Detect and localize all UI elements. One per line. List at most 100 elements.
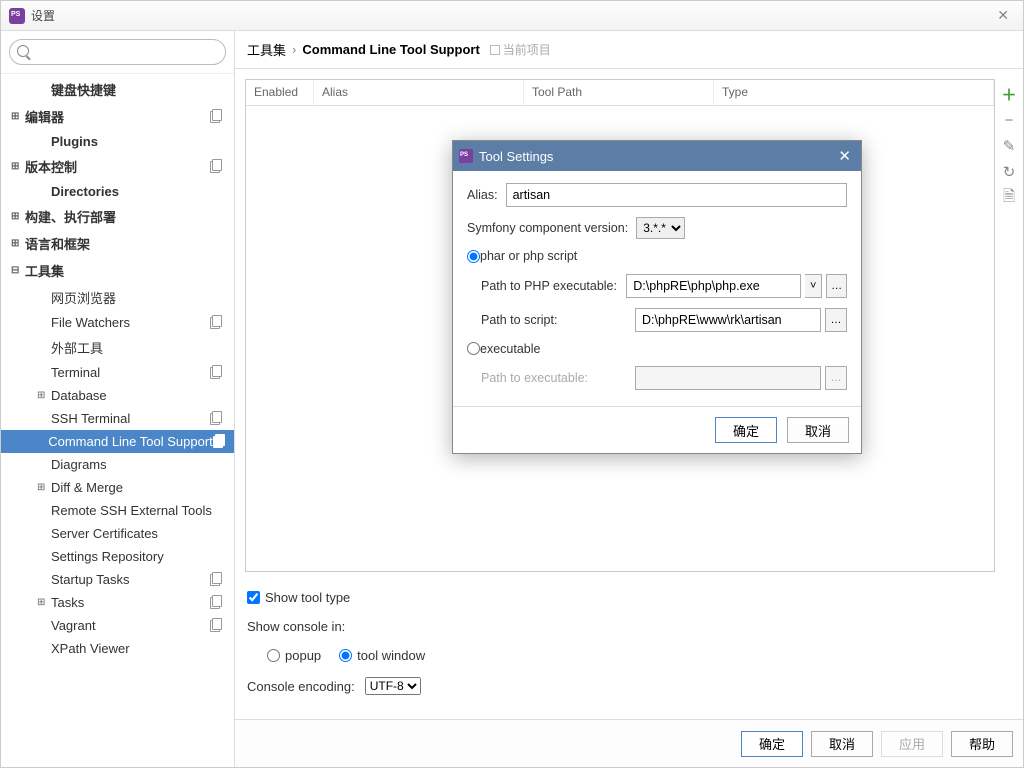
console-encoding-label: Console encoding: bbox=[247, 679, 355, 694]
col-alias[interactable]: Alias bbox=[314, 80, 524, 105]
dialog-app-icon bbox=[459, 149, 473, 163]
tree-item[interactable]: SSH Terminal bbox=[1, 407, 234, 430]
php-exec-dropdown-icon[interactable]: ˅ bbox=[805, 274, 822, 298]
phar-script-radio[interactable]: phar or php script bbox=[467, 249, 577, 263]
open-tool-button[interactable]: 🗎 bbox=[999, 187, 1019, 209]
search-icon bbox=[17, 45, 29, 57]
dialog-close-icon[interactable]: ✕ bbox=[834, 147, 855, 165]
tree-item-label: File Watchers bbox=[51, 315, 130, 330]
ok-button[interactable]: 确定 bbox=[741, 731, 803, 757]
add-tool-button[interactable]: ＋ bbox=[999, 83, 1019, 105]
window-title: 设置 bbox=[31, 7, 55, 24]
tree-item[interactable]: ⊞Tasks bbox=[1, 591, 234, 614]
tree-item-label: Diagrams bbox=[51, 457, 107, 472]
remove-tool-button[interactable]: − bbox=[999, 109, 1019, 131]
tree-item[interactable]: ⊞Diff & Merge bbox=[1, 476, 234, 499]
breadcrumb: 工具集 › Command Line Tool Support 当前项目 bbox=[235, 31, 1023, 69]
tree-item[interactable]: ⊞编辑器 bbox=[1, 103, 234, 130]
tree-item[interactable]: Terminal bbox=[1, 361, 234, 384]
expander-icon[interactable]: ⊞ bbox=[11, 238, 23, 249]
tree-item-label: Command Line Tool Support bbox=[48, 434, 213, 449]
tree-item[interactable]: Command Line Tool Support bbox=[1, 430, 234, 453]
tree-item[interactable]: Startup Tasks bbox=[1, 568, 234, 591]
tree-item-label: Startup Tasks bbox=[51, 572, 130, 587]
tree-item-label: 语言和框架 bbox=[25, 234, 90, 253]
script-browse-button[interactable]: … bbox=[825, 308, 847, 332]
window-close-icon[interactable]: ✕ bbox=[991, 7, 1015, 24]
show-console-label: Show console in: bbox=[247, 619, 1011, 634]
show-tool-type-checkbox[interactable]: Show tool type bbox=[247, 590, 350, 605]
expander-icon[interactable]: ⊞ bbox=[11, 161, 23, 172]
alias-label: Alias: bbox=[467, 188, 498, 202]
tree-item-label: Tasks bbox=[51, 595, 84, 610]
tree-item[interactable]: ⊟工具集 bbox=[1, 257, 234, 284]
tree-item[interactable]: ⊞构建、执行部署 bbox=[1, 203, 234, 230]
project-tag: 当前项目 bbox=[490, 41, 551, 58]
tree-item-label: 版本控制 bbox=[25, 157, 77, 176]
php-executable-input[interactable] bbox=[626, 274, 801, 298]
tree-item[interactable]: File Watchers bbox=[1, 311, 234, 334]
reload-tool-button[interactable]: ↻ bbox=[999, 161, 1019, 183]
project-scope-icon bbox=[210, 367, 222, 379]
tree-item[interactable]: ⊞Database bbox=[1, 384, 234, 407]
executable-path-label: Path to executable: bbox=[481, 371, 627, 385]
tree-item-label: 工具集 bbox=[25, 261, 64, 280]
apply-button[interactable]: 应用 bbox=[881, 731, 943, 757]
project-scope-icon bbox=[210, 597, 222, 609]
app-icon bbox=[9, 8, 25, 24]
col-toolpath[interactable]: Tool Path bbox=[524, 80, 714, 105]
expander-icon[interactable]: ⊞ bbox=[11, 211, 23, 222]
tree-item[interactable]: ⊞语言和框架 bbox=[1, 230, 234, 257]
dialog-title: Tool Settings bbox=[479, 149, 553, 164]
tree-item-label: Database bbox=[51, 388, 107, 403]
expander-icon[interactable]: ⊟ bbox=[11, 265, 23, 276]
tree-item-label: 键盘快捷键 bbox=[51, 80, 116, 99]
project-scope-icon bbox=[210, 620, 222, 632]
tree-item[interactable]: 网页浏览器 bbox=[1, 284, 234, 311]
dialog-cancel-button[interactable]: 取消 bbox=[787, 417, 849, 443]
tree-item[interactable]: 键盘快捷键 bbox=[1, 76, 234, 103]
symfony-version-label: Symfony component version: bbox=[467, 221, 628, 235]
expander-icon[interactable]: ⊞ bbox=[37, 482, 49, 493]
console-encoding-select[interactable]: UTF-8 bbox=[365, 677, 421, 695]
tree-item[interactable]: Plugins bbox=[1, 130, 234, 153]
cancel-button[interactable]: 取消 bbox=[811, 731, 873, 757]
tree-item-label: 编辑器 bbox=[25, 107, 64, 126]
settings-tree[interactable]: 键盘快捷键⊞编辑器Plugins⊞版本控制Directories⊞构建、执行部署… bbox=[1, 74, 234, 767]
console-tool-window-radio[interactable]: tool window bbox=[339, 648, 425, 663]
alias-input[interactable] bbox=[506, 183, 847, 207]
expander-icon[interactable]: ⊞ bbox=[37, 390, 49, 401]
tree-item[interactable]: Settings Repository bbox=[1, 545, 234, 568]
col-enabled[interactable]: Enabled bbox=[246, 80, 314, 105]
expander-icon[interactable]: ⊞ bbox=[11, 111, 23, 122]
tree-item-label: 网页浏览器 bbox=[51, 288, 116, 307]
tree-item[interactable]: 外部工具 bbox=[1, 334, 234, 361]
breadcrumb-root[interactable]: 工具集 bbox=[247, 40, 286, 59]
help-button[interactable]: 帮助 bbox=[951, 731, 1013, 757]
expander-icon[interactable]: ⊞ bbox=[37, 597, 49, 608]
project-scope-icon bbox=[210, 111, 222, 123]
script-path-input[interactable] bbox=[635, 308, 821, 332]
project-scope-icon bbox=[210, 413, 222, 425]
console-popup-radio[interactable]: popup bbox=[267, 648, 321, 663]
tree-item-label: Remote SSH External Tools bbox=[51, 503, 212, 518]
tree-item[interactable]: Server Certificates bbox=[1, 522, 234, 545]
tree-item[interactable]: XPath Viewer bbox=[1, 637, 234, 660]
tree-item[interactable]: Vagrant bbox=[1, 614, 234, 637]
symfony-version-select[interactable]: 3.*.* bbox=[636, 217, 685, 239]
tree-item[interactable]: Remote SSH External Tools bbox=[1, 499, 234, 522]
tree-item-label: Settings Repository bbox=[51, 549, 164, 564]
project-scope-icon bbox=[210, 574, 222, 586]
php-executable-label: Path to PHP executable: bbox=[481, 279, 618, 293]
php-exec-browse-button[interactable]: … bbox=[826, 274, 847, 298]
project-scope-icon bbox=[213, 436, 222, 448]
col-type[interactable]: Type bbox=[714, 80, 994, 105]
dialog-ok-button[interactable]: 确定 bbox=[715, 417, 777, 443]
edit-tool-button[interactable]: ✎ bbox=[999, 135, 1019, 157]
dialog-titlebar[interactable]: Tool Settings ✕ bbox=[453, 141, 861, 171]
tree-item[interactable]: Directories bbox=[1, 180, 234, 203]
executable-radio[interactable]: executable bbox=[467, 342, 540, 356]
tree-item[interactable]: Diagrams bbox=[1, 453, 234, 476]
tree-item[interactable]: ⊞版本控制 bbox=[1, 153, 234, 180]
settings-search-input[interactable] bbox=[9, 39, 226, 65]
